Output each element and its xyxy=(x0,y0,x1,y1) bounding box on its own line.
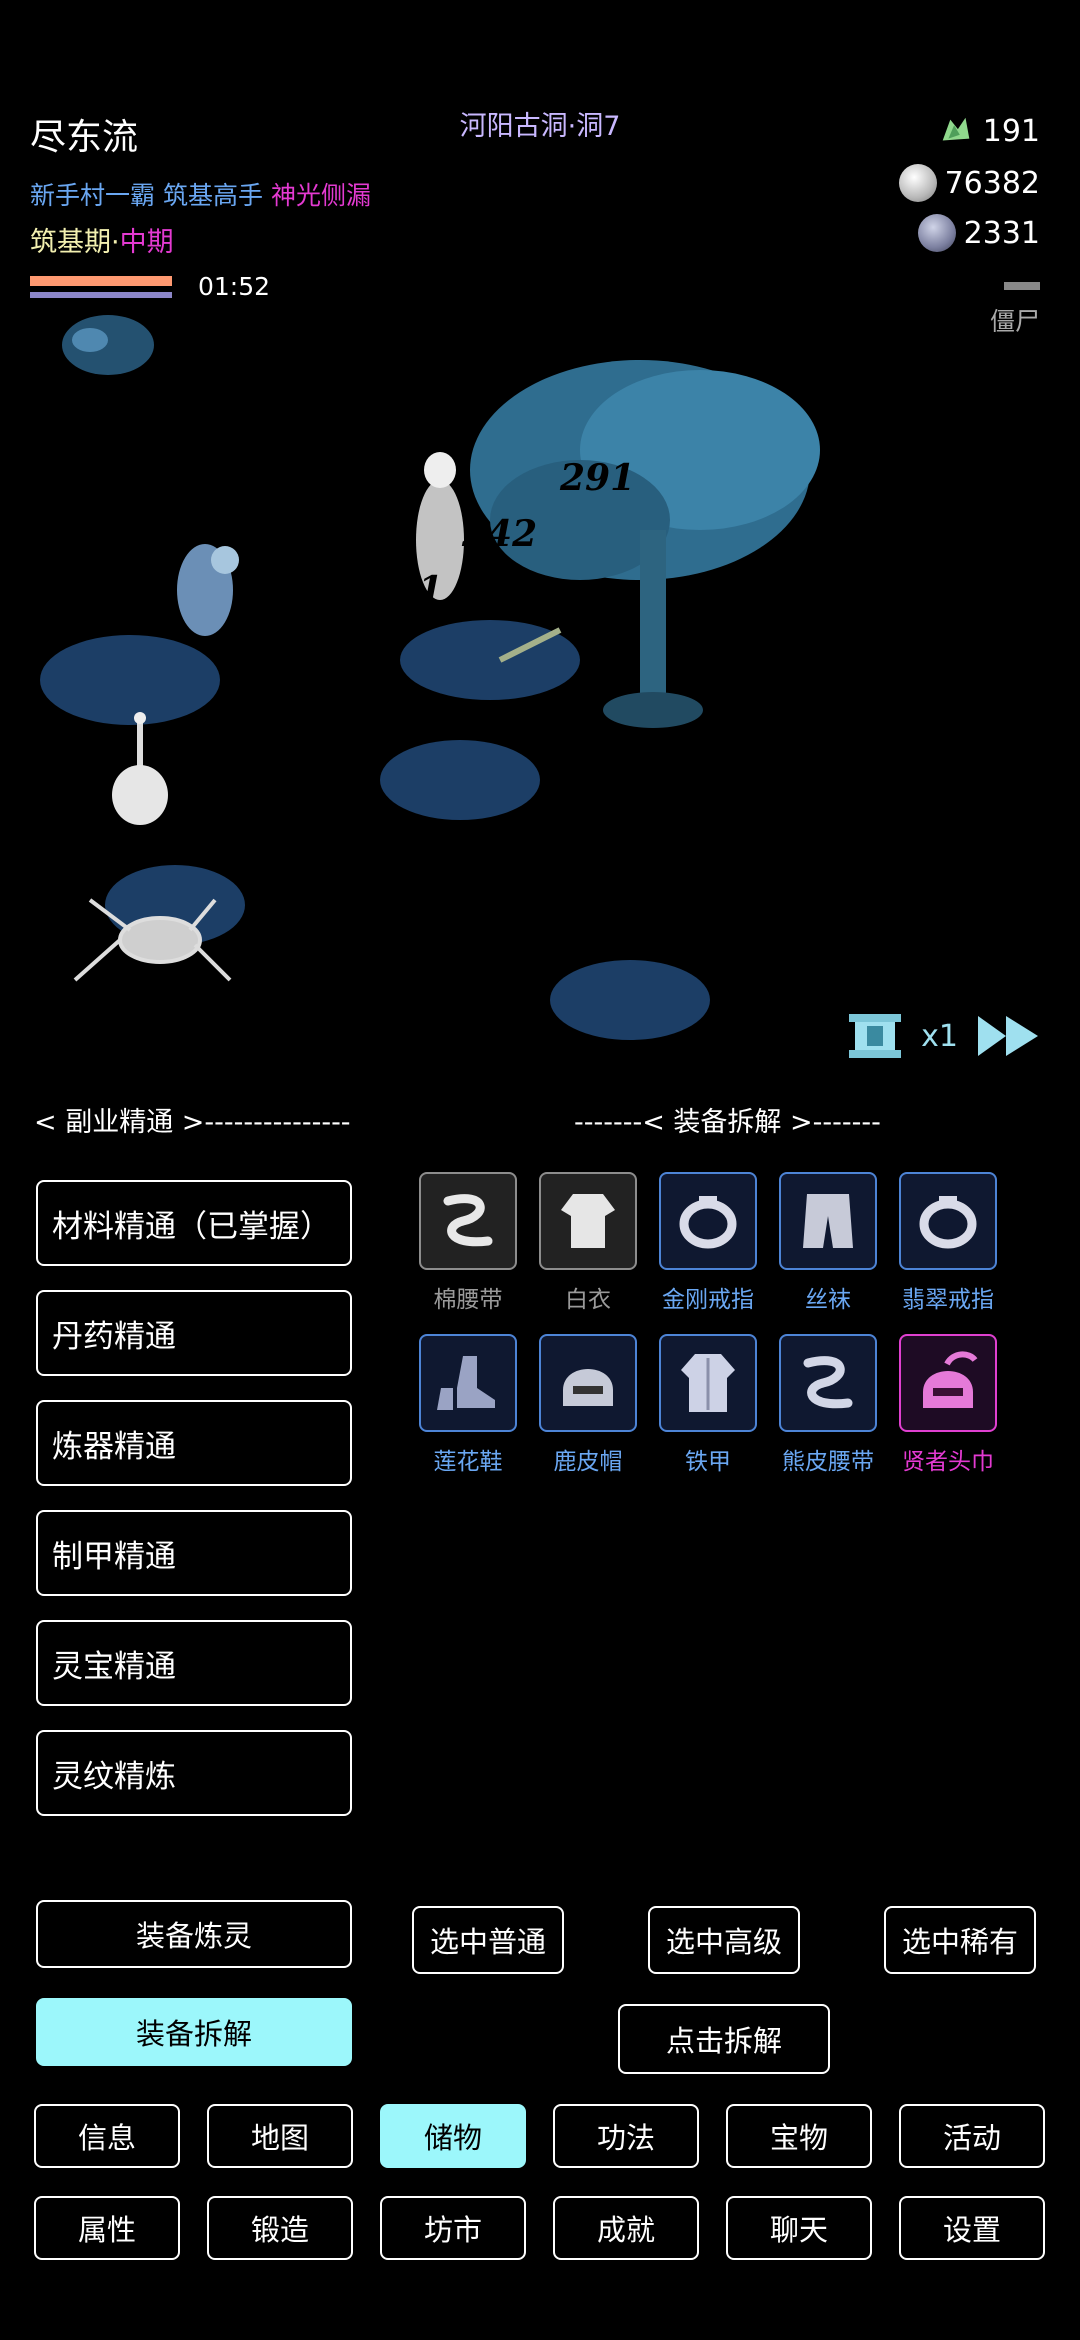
mastery-materials-button[interactable]: 材料精通（已掌握） xyxy=(36,1180,352,1266)
nav-treasure[interactable]: 宝物 xyxy=(726,2104,872,2168)
equipment-item[interactable]: 丝袜 xyxy=(776,1172,880,1314)
nav-forge[interactable]: 锻造 xyxy=(207,2196,353,2260)
mastery-runes-button[interactable]: 灵纹精炼 xyxy=(36,1730,352,1816)
damage-number: 291 xyxy=(559,457,635,499)
equipment-item[interactable]: 鹿皮帽 xyxy=(536,1334,640,1476)
helmet-icon xyxy=(899,1334,997,1432)
jade-count: 191 xyxy=(982,113,1040,149)
scroll-icon[interactable] xyxy=(847,1010,903,1062)
helmet-icon xyxy=(539,1334,637,1432)
equipment-item[interactable]: 翡翠戒指 xyxy=(896,1172,1000,1314)
speed-controls: x1 xyxy=(847,1010,1040,1062)
item-name: 翡翠戒指 xyxy=(902,1287,994,1313)
nav-attributes[interactable]: 属性 xyxy=(34,2196,180,2260)
mastery-section-title: < 副业精通 >--------------- xyxy=(34,1107,351,1138)
click-dismantle-button[interactable]: 点击拆解 xyxy=(618,2004,830,2074)
nav-skills[interactable]: 功法 xyxy=(553,2104,699,2168)
cultivation-realm: 筑基期·中期 xyxy=(30,220,174,259)
nav-market[interactable]: 坊市 xyxy=(380,2196,526,2260)
armor-icon xyxy=(659,1334,757,1432)
fast-forward-icon[interactable] xyxy=(976,1014,1040,1058)
spirit-stone-icon xyxy=(917,214,956,252)
nav-achievements[interactable]: 成就 xyxy=(553,2196,699,2260)
speed-label[interactable]: x1 xyxy=(921,1019,958,1054)
refine-equipment-button[interactable]: 装备炼灵 xyxy=(36,1900,352,1968)
equipment-item[interactable]: 白衣 xyxy=(536,1172,640,1314)
select-normal-button[interactable]: 选中普通 xyxy=(412,1906,564,1974)
nav-events[interactable]: 活动 xyxy=(899,2104,1045,2168)
equipment-item[interactable]: 棉腰带 xyxy=(416,1172,520,1314)
mp-bar xyxy=(30,292,172,298)
scorpion-enemy xyxy=(112,712,168,825)
resource-silver: 76382 xyxy=(898,164,1040,202)
silver-count: 76382 xyxy=(944,165,1040,201)
equipment-item[interactable]: 熊皮腰带 xyxy=(776,1334,880,1476)
item-name: 贤者头巾 xyxy=(902,1449,994,1475)
leggings-icon xyxy=(779,1172,877,1270)
mastery-armor-button[interactable]: 制甲精通 xyxy=(36,1510,352,1596)
mastery-treasure-button[interactable]: 灵宝精通 xyxy=(36,1620,352,1706)
equipment-item[interactable]: 金刚戒指 xyxy=(656,1172,760,1314)
nav-chat[interactable]: 聊天 xyxy=(726,2196,872,2260)
jade-icon xyxy=(942,117,970,141)
boots-icon xyxy=(419,1334,517,1432)
silver-icon xyxy=(898,164,937,202)
select-rare-button[interactable]: 选中稀有 xyxy=(884,1906,1036,1974)
bush-decoration xyxy=(62,315,154,375)
hp-bar xyxy=(30,276,172,286)
resource-jade: 191 xyxy=(937,112,1040,150)
ghost-enemy xyxy=(177,544,239,636)
title-1: 筑基高手 xyxy=(163,181,264,210)
title-2: 神光侧漏 xyxy=(271,181,372,210)
nav-map[interactable]: 地图 xyxy=(207,2104,353,2168)
damage-number: 242 xyxy=(461,513,537,555)
realm-name: 筑基期 xyxy=(30,227,111,258)
realm-stage: 中期 xyxy=(119,227,174,258)
equipment-item[interactable]: 铁甲 xyxy=(656,1334,760,1476)
battle-scene: 291 242 411 xyxy=(40,315,820,1040)
ring-icon xyxy=(659,1172,757,1270)
robe-icon xyxy=(539,1172,637,1270)
nav-info[interactable]: 信息 xyxy=(34,2104,180,2168)
spirit-stone-count: 2331 xyxy=(963,215,1040,251)
equipment-item[interactable]: 莲花鞋 xyxy=(416,1334,520,1476)
mastery-pills-button[interactable]: 丹药精通 xyxy=(36,1290,352,1376)
title-0: 新手村一霸 xyxy=(30,181,156,210)
equipment-item[interactable]: 贤者头巾 xyxy=(896,1334,1000,1476)
resource-spirit-stone: 2331 xyxy=(917,214,1040,252)
location-title: 河阳古洞·洞7 xyxy=(459,111,621,142)
ring-icon xyxy=(899,1172,997,1270)
realm-sep: · xyxy=(111,227,120,258)
nav-settings[interactable]: 设置 xyxy=(899,2196,1045,2260)
nav-storage[interactable]: 储物 xyxy=(380,2104,526,2168)
dismantle-section-title: -------< 装备拆解 >------- xyxy=(574,1107,881,1138)
enemy-hp-bar xyxy=(1004,282,1040,290)
grass-decoration xyxy=(40,620,710,1040)
battle-timer: 01:52 xyxy=(198,272,271,301)
belt-icon xyxy=(419,1172,517,1270)
dismantle-equipment-button[interactable]: 装备拆解 xyxy=(36,1998,352,2066)
belt-icon xyxy=(779,1334,877,1432)
select-advanced-button[interactable]: 选中高级 xyxy=(648,1906,800,1974)
damage-number: 411 xyxy=(368,569,443,611)
player-titles: 新手村一霸 筑基高手 神光侧漏 xyxy=(30,176,379,212)
mastery-refining-button[interactable]: 炼器精通 xyxy=(36,1400,352,1486)
